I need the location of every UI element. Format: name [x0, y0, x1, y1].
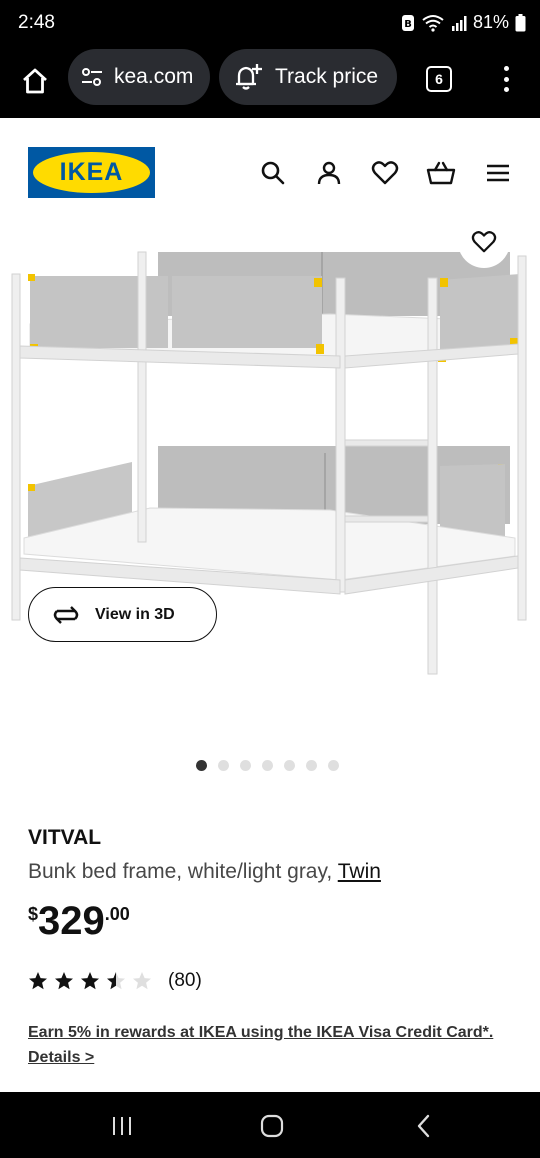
- logo-text: IKEA: [59, 158, 124, 186]
- signal-icon: [451, 15, 467, 31]
- menu-button[interactable]: [483, 158, 513, 188]
- carousel-dot[interactable]: [218, 760, 229, 771]
- star-icon: [107, 972, 125, 990]
- battery-icon: [515, 13, 526, 31]
- heart-icon: [471, 231, 497, 253]
- back-button[interactable]: [410, 1112, 438, 1140]
- system-nav-bar: [0, 1092, 540, 1158]
- logo-oval: IKEA: [33, 152, 150, 193]
- person-icon: [317, 161, 341, 185]
- product-desc-text: Bunk bed frame, white/light gray,: [28, 860, 338, 883]
- product-name: VITVAL: [28, 826, 102, 849]
- size-variant-link[interactable]: Twin: [338, 860, 381, 883]
- star-icon: [133, 972, 151, 990]
- basket-icon: [426, 161, 456, 185]
- view-in-3d-label: View in 3D: [95, 605, 175, 623]
- visa-promo-link[interactable]: Earn 5% in rewards at IKEA using the IKE…: [28, 1020, 508, 1070]
- star-icon: [55, 972, 73, 990]
- search-button[interactable]: [258, 158, 288, 188]
- tab-switcher-button[interactable]: 6: [426, 66, 452, 92]
- cart-button[interactable]: [426, 158, 456, 188]
- bunk-bed-illustration: [11, 251, 527, 675]
- carousel-dot[interactable]: [328, 760, 339, 771]
- recent-apps-icon: [113, 1117, 131, 1135]
- menu-dot: [503, 76, 509, 82]
- track-price-button[interactable]: Track price: [219, 49, 397, 105]
- carousel-dot[interactable]: [306, 760, 317, 771]
- home-icon: [23, 68, 47, 94]
- star-icon: [29, 972, 47, 990]
- status-time: 2:48: [18, 12, 55, 33]
- carousel-dot[interactable]: [240, 760, 251, 771]
- home-nav-button[interactable]: [258, 1112, 286, 1140]
- bell-plus-icon: [236, 64, 262, 90]
- carousel-dot[interactable]: [262, 760, 273, 771]
- status-bar: 2:48 B 81%: [0, 0, 540, 48]
- browser-toolbar: kea.com Track price 6: [0, 48, 540, 118]
- carousel-dot[interactable]: [284, 760, 295, 771]
- data-saver-icon: B: [401, 14, 414, 31]
- site-header: IKEA: [0, 118, 540, 228]
- back-icon: [417, 1114, 430, 1138]
- rotate-3d-icon: [53, 605, 79, 624]
- browser-menu-button[interactable]: [494, 62, 518, 96]
- product-description: Bunk bed frame, white/light gray, Twin: [28, 860, 381, 884]
- price-decimal: .00: [104, 904, 130, 924]
- ikea-logo[interactable]: IKEA: [28, 147, 155, 198]
- menu-dot: [503, 66, 509, 71]
- wishlist-button[interactable]: [370, 158, 400, 188]
- heart-icon: [371, 161, 399, 185]
- price-currency: $: [28, 904, 39, 924]
- product-image[interactable]: View in 3D: [0, 216, 540, 748]
- battery-percent: 81%: [472, 12, 509, 32]
- home-button[interactable]: [14, 60, 56, 102]
- product-price: $ 329 .00: [28, 898, 130, 944]
- account-button[interactable]: [314, 158, 344, 188]
- hamburger-icon: [487, 164, 509, 182]
- review-count: (80): [168, 970, 202, 991]
- carousel-dot[interactable]: [196, 760, 207, 771]
- home-pill-icon: [260, 1114, 284, 1138]
- tune-icon[interactable]: [80, 66, 104, 88]
- search-icon: [261, 161, 285, 185]
- track-price-label: Track price: [275, 65, 379, 88]
- recent-apps-button[interactable]: [108, 1112, 136, 1140]
- svg-text:B: B: [404, 19, 412, 30]
- view-in-3d-button[interactable]: View in 3D: [28, 587, 217, 642]
- image-carousel-dots: [196, 760, 339, 771]
- star-icon: [81, 972, 99, 990]
- wifi-icon: [422, 14, 444, 32]
- menu-dot: [503, 87, 509, 92]
- address-bar[interactable]: kea.com: [68, 49, 210, 105]
- save-to-list-button[interactable]: [458, 216, 510, 268]
- product-rating[interactable]: (80): [28, 970, 202, 992]
- status-icons: B 81%: [401, 12, 526, 33]
- url-text: kea.com: [114, 65, 194, 88]
- price-main: 329: [38, 899, 105, 943]
